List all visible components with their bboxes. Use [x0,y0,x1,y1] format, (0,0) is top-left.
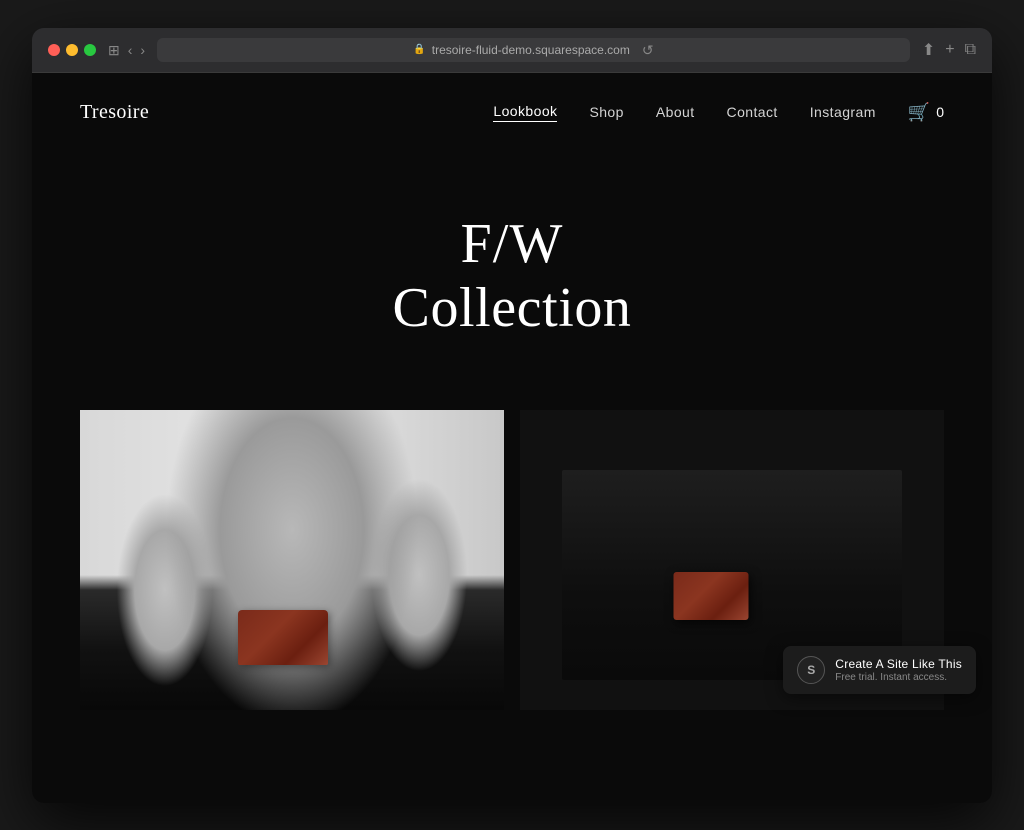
squarespace-badge[interactable]: S Create A Site Like This Free trial. In… [783,646,976,694]
browser-chrome: ⊞ ‹ › 🔒 tresoire-fluid-demo.squarespace.… [32,28,992,73]
window-icon[interactable]: ⊞ [108,43,120,57]
forward-button[interactable]: › [140,43,145,57]
website-content: Tresoire Lookbook Shop About Contact Ins… [32,73,992,803]
traffic-lights [48,44,96,56]
photo-container: S Create A Site Like This Free trial. In… [32,410,992,710]
nav-link-lookbook[interactable]: Lookbook [493,103,557,122]
hero-section: F/W Collection [32,152,992,411]
hero-title: F/W Collection [32,212,992,341]
close-button[interactable] [48,44,60,56]
squarespace-logo: S [797,656,825,684]
new-tab-button[interactable]: + [945,41,954,59]
maximize-button[interactable] [84,44,96,56]
badge-subtitle: Free trial. Instant access. [835,672,962,683]
browser-window: ⊞ ‹ › 🔒 tresoire-fluid-demo.squarespace.… [32,28,992,803]
nav-link-about[interactable]: About [656,104,695,120]
hero-line1: F/W [32,212,992,276]
nav-link-instagram[interactable]: Instagram [810,104,876,120]
back-button[interactable]: ‹ [128,43,133,57]
share-button[interactable]: ⬆ [922,40,935,60]
badge-title: Create A Site Like This [835,657,962,671]
address-bar[interactable]: 🔒 tresoire-fluid-demo.squarespace.com ↺ [157,38,910,62]
browser-actions: ⬆ + ⧉ [922,40,976,60]
hero-line2: Collection [32,276,992,340]
nav-link-shop[interactable]: Shop [589,104,623,120]
cart-count: 0 [936,104,944,120]
lock-icon: 🔒 [413,44,425,55]
reload-button[interactable]: ↺ [642,43,654,57]
fashion-photo-gray [80,410,504,710]
cart-icon: 🛒 [908,102,930,123]
browser-controls: ⊞ ‹ › [108,43,145,57]
tabs-button[interactable]: ⧉ [965,41,976,59]
brand-logo[interactable]: Tresoire [80,101,149,124]
site-nav: Tresoire Lookbook Shop About Contact Ins… [32,73,992,152]
lookbook-image-1[interactable] [80,410,504,710]
cart-button[interactable]: 🛒 0 [908,102,944,123]
nav-link-contact[interactable]: Contact [727,104,778,120]
minimize-button[interactable] [66,44,78,56]
badge-text: Create A Site Like This Free trial. Inst… [835,657,962,683]
nav-links: Lookbook Shop About Contact Instagram 🛒 … [493,102,944,123]
url-text: tresoire-fluid-demo.squarespace.com [432,43,630,57]
